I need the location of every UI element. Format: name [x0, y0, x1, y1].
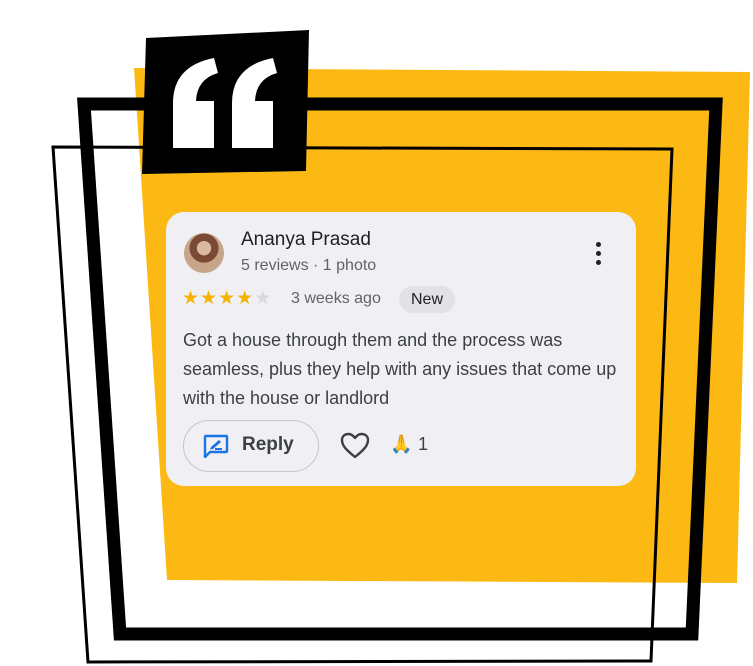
review-time: 3 weeks ago — [291, 290, 381, 307]
avatar[interactable] — [184, 233, 224, 273]
reviewer-meta: 5 reviews · 1 photo — [241, 257, 377, 274]
reply-icon — [203, 434, 229, 458]
more-vertical-icon[interactable] — [591, 239, 605, 269]
heart-icon[interactable] — [339, 431, 371, 460]
review-card: Ananya Prasad 5 reviews · 1 photo ★★★★★ … — [166, 212, 636, 486]
star-filled-icon: ★ — [218, 288, 237, 309]
reaction-count: 1 — [418, 434, 429, 454]
reviewer-name[interactable]: Ananya Prasad — [241, 229, 371, 251]
reply-button[interactable]: Reply — [183, 420, 319, 472]
review-text: Got a house through them and the process… — [183, 330, 617, 408]
quote-box — [142, 30, 309, 174]
star-filled-icon: ★ — [182, 288, 201, 309]
star-filled-icon: ★ — [236, 288, 255, 309]
star-filled-icon: ★ — [200, 288, 219, 309]
star-rating: ★★★★★ — [182, 287, 272, 310]
new-badge: New — [399, 286, 456, 313]
reply-label: Reply — [242, 434, 294, 455]
star-empty-icon: ★ — [254, 288, 273, 309]
folded-hands-icon[interactable]: 🙏 — [390, 434, 412, 455]
